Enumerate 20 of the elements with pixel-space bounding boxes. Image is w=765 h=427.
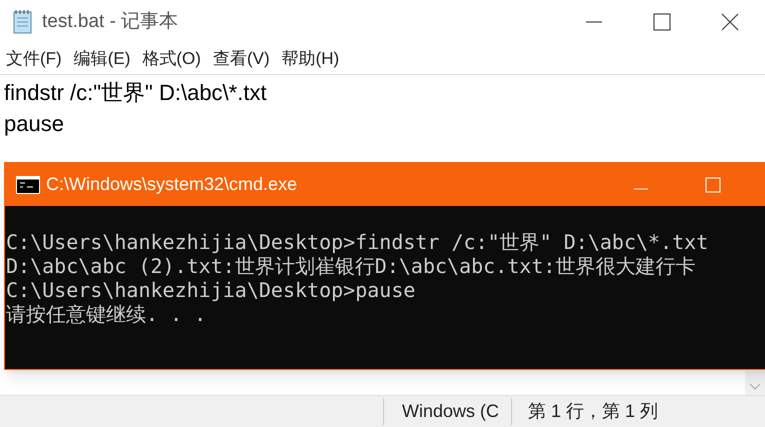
notepad-icon (12, 9, 34, 35)
status-encoding: Windows (C (383, 398, 511, 425)
window-title: test.bat - 记事本 (42, 10, 178, 34)
maximize-icon[interactable] (653, 13, 671, 31)
console-icon (16, 176, 40, 194)
console-line: D:\abc\abc (2).txt:世界计划崔银行D:\abc\abc.txt:世界很大建行卡 (6, 254, 696, 278)
menu-item[interactable]: 帮助(H) (282, 46, 340, 72)
text-line: findstr /c:"世界" D:\abc\*.txt (4, 79, 268, 107)
menu-item[interactable]: 文件(F) (6, 46, 62, 72)
menu-item[interactable]: 查看(V) (212, 46, 270, 72)
menu-item[interactable]: 编辑(E) (74, 46, 130, 72)
text-line: pause (4, 110, 65, 138)
cmd-title: C:\Windows\system32\cmd.exe (46, 173, 298, 196)
status-position: 第 1 行，第 1 列 (511, 398, 658, 425)
console-line: 请按任意键继续. . . (6, 302, 208, 326)
console-line: C:\Users\hankezhijia\Desktop>pause (6, 278, 416, 302)
close-icon[interactable] (721, 13, 739, 31)
scrollbar[interactable] (745, 371, 765, 395)
console-line: C:\Users\hankezhijia\Desktop>findstr /c:"世界" D:\abc\*.txt (6, 230, 710, 254)
menu-item[interactable]: 格式(O) (142, 46, 201, 72)
